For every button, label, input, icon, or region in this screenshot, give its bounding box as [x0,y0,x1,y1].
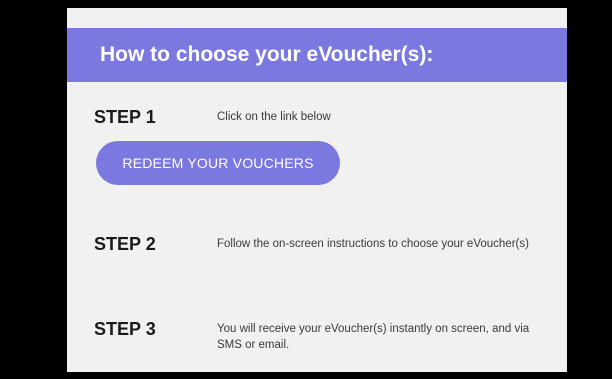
step-3-label: STEP 3 [94,319,156,339]
page-title: How to choose your eVoucher(s): [100,43,434,66]
letterbox-bottom [67,372,567,379]
step-1-label: STEP 1 [94,107,156,127]
letterbox-top [67,0,567,8]
step-3-description: You will receive your eVoucher(s) instan… [217,323,530,351]
video-frame: How to choose your eVoucher(s): STEP 1 C… [0,0,612,379]
redeem-vouchers-button[interactable]: REDEEM YOUR VOUCHERS [96,141,340,185]
step-1-description: Click on the link below [217,111,331,123]
email-content-card: How to choose your eVoucher(s): STEP 1 C… [67,0,567,379]
step-2-description: Follow the on-screen instructions to cho… [217,238,529,250]
step-2-label: STEP 2 [94,234,156,254]
